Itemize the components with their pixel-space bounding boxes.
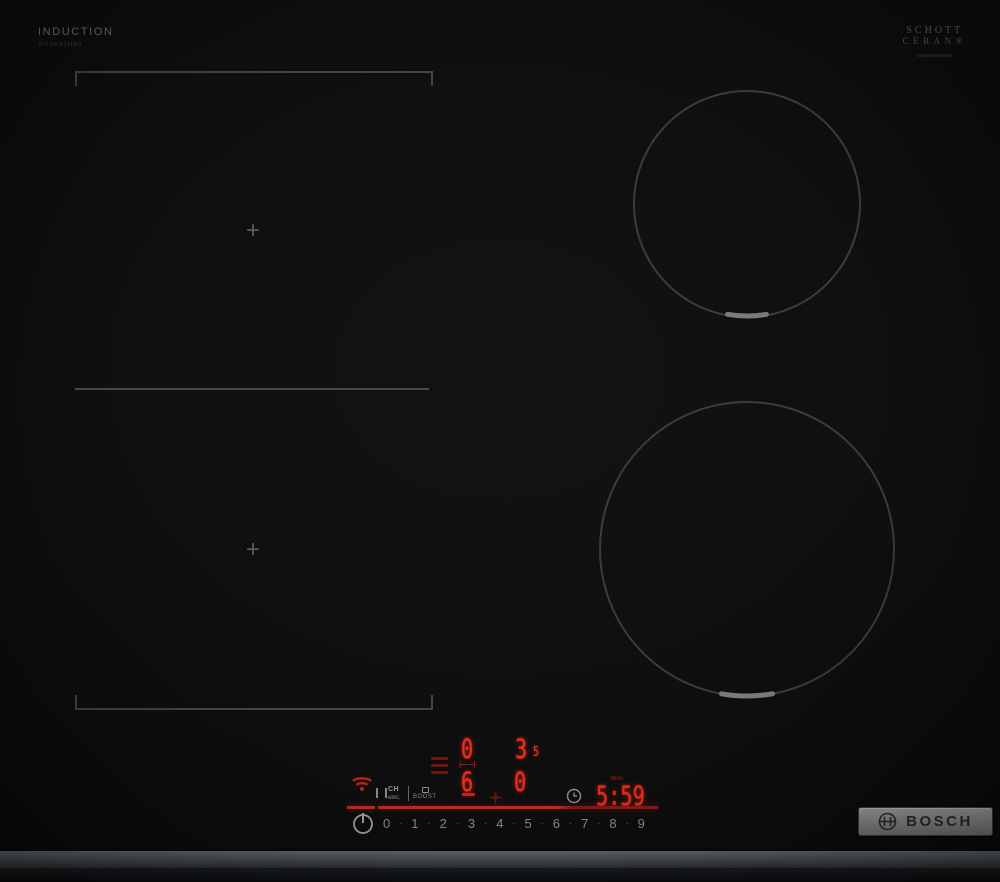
- slider-number-8[interactable]: 8: [609, 816, 616, 831]
- front-bevel-edge: [0, 851, 1000, 868]
- display-rear-right-half-step: 5: [533, 746, 539, 759]
- slider-number-5[interactable]: 5: [524, 816, 531, 831]
- selected-zone-marker: [462, 793, 475, 796]
- slider-number-4[interactable]: 4: [496, 816, 503, 831]
- burner-zone-rear-right: [632, 89, 862, 319]
- bosch-wordmark: BOSCH: [906, 813, 973, 830]
- burner-zone-front-right: [597, 399, 897, 699]
- schott-fineprint: [917, 54, 953, 57]
- display-front-left-level[interactable]: 6: [461, 769, 473, 796]
- display-rear-left-level[interactable]: 0: [461, 736, 473, 763]
- slider-dot: ·: [427, 818, 430, 829]
- model-number: PVS631HB1: [39, 41, 83, 48]
- pan-position-tick: [728, 314, 767, 316]
- bosch-badge: BOSCH: [858, 807, 993, 836]
- slider-dot: ·: [399, 818, 402, 829]
- boost-label: BOOST: [413, 794, 437, 800]
- induction-label: INDUCTION: [38, 26, 114, 38]
- slider-dot: ·: [456, 818, 459, 829]
- settings-lines-icon: [431, 757, 448, 778]
- front-edge-shadow: [0, 868, 1000, 882]
- display-front-right-level[interactable]: 0: [514, 769, 526, 796]
- boost-glyph-icon: [422, 787, 429, 793]
- slider-number-7[interactable]: 7: [581, 816, 588, 831]
- ceran-line: CERAN®: [903, 36, 967, 46]
- slider-dot: ·: [541, 818, 544, 829]
- slider-dot: ·: [625, 818, 628, 829]
- printed-label-bottom: elec.: [388, 795, 401, 801]
- display-rear-right-level[interactable]: 3: [515, 736, 527, 763]
- sparkle-icon: [488, 790, 503, 805]
- schott-ceran-logo: SCHOTT CERAN®: [903, 25, 967, 57]
- slider-number-9[interactable]: 9: [638, 816, 645, 831]
- power-button[interactable]: [351, 811, 375, 835]
- slider-number-6[interactable]: 6: [553, 816, 560, 831]
- power-level-slider[interactable]: 0 · 1 · 2 · 3 · 4 · 5 · 6 · 7 · 8 · 9: [383, 814, 645, 832]
- slider-number-0[interactable]: 0: [383, 816, 390, 831]
- slider-dot: ·: [484, 818, 487, 829]
- flex-zone-front-center-mark: +: [238, 536, 268, 566]
- slider-number-1[interactable]: 1: [411, 816, 418, 831]
- flex-zone-rear-center-mark: +: [238, 217, 268, 247]
- panel-underline-led: [378, 806, 658, 809]
- slider-dot: ·: [597, 818, 600, 829]
- pan-position-tick: [722, 694, 773, 696]
- flex-zone-divider-line: [75, 388, 429, 390]
- timer-clock-icon[interactable]: [566, 788, 582, 804]
- printed-label-top: CH: [388, 786, 399, 793]
- cooktop-surface: INDUCTION PVS631HB1 SCHOTT CERAN® + + CH…: [0, 0, 1000, 882]
- printed-divider: [408, 786, 409, 801]
- slider-dot: ·: [512, 818, 515, 829]
- pan-stack-icon: [376, 788, 387, 798]
- schott-line: SCHOTT: [903, 25, 967, 36]
- wifi-underline-led: [347, 806, 375, 809]
- slider-dot: ·: [569, 818, 572, 829]
- flex-zone-front-bracket: [75, 695, 433, 710]
- slider-number-2[interactable]: 2: [440, 816, 447, 831]
- bosch-emblem-icon: [878, 812, 897, 831]
- slider-number-3[interactable]: 3: [468, 816, 475, 831]
- flex-zone-rear-bracket: [75, 71, 433, 86]
- wifi-icon[interactable]: [351, 775, 373, 792]
